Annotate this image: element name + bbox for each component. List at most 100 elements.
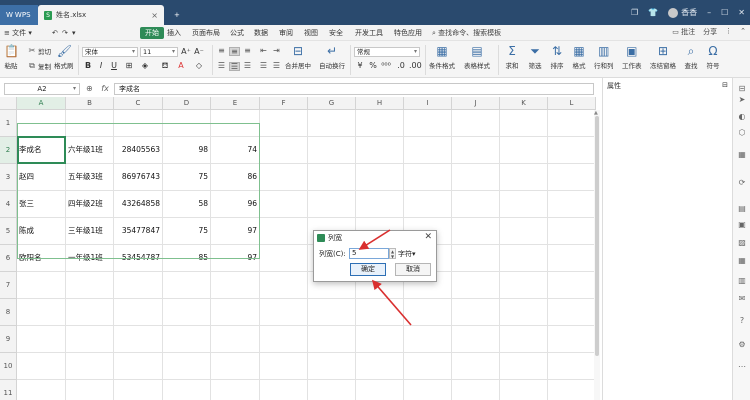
indent-right-icon[interactable]: ⇥ — [271, 47, 282, 56]
share-button[interactable]: 分享 — [703, 27, 717, 37]
pin-icon[interactable]: ⊟ — [737, 84, 747, 94]
column-width-input[interactable]: 5 — [349, 248, 389, 259]
chevron-down-icon[interactable]: ▾ — [73, 84, 76, 94]
italic-icon[interactable]: I — [96, 61, 106, 70]
column-header[interactable]: J — [452, 97, 500, 110]
bold-icon[interactable]: B — [83, 61, 93, 70]
menu-special[interactable]: 特色应用 — [394, 27, 422, 39]
paste-button[interactable]: 📋 粘贴 — [4, 45, 19, 71]
collapse-ribbon-icon[interactable]: ⌃ — [740, 27, 746, 37]
menu-view[interactable]: 视图 — [304, 27, 318, 39]
worksheet-button[interactable]: ▣ 工作表 — [622, 45, 642, 71]
currency-icon[interactable]: ¥ — [355, 61, 365, 70]
row-header[interactable]: 7 — [0, 272, 17, 299]
format-button[interactable]: ▦ 格式 — [572, 45, 586, 71]
spreadsheet-grid[interactable]: ABCDEFGHIJKL 1 2 3 4 5 6 7 8 9 10 11 李成名 六年级1班 28405… — [0, 97, 600, 400]
help-icon[interactable]: ? — [737, 316, 747, 326]
grid-icon[interactable]: ▦ — [737, 256, 747, 266]
indent-left-icon[interactable]: ⇤ — [258, 47, 269, 56]
column-header[interactable]: H — [356, 97, 404, 110]
conditional-format-button[interactable]: ▦ 条件格式 — [429, 45, 455, 71]
copy-button[interactable]: ⧉ 复制 — [28, 61, 51, 72]
column-header[interactable]: E — [211, 97, 260, 110]
menu-page-layout[interactable]: 页面布局 — [192, 27, 220, 39]
menu-home[interactable]: 开始 — [140, 27, 164, 39]
menu-security[interactable]: 安全 — [329, 27, 343, 39]
unit-select[interactable]: 字符▾ — [398, 249, 416, 259]
row-col-button[interactable]: ▥ 行和列 — [594, 45, 614, 71]
row-header[interactable]: 3 — [0, 164, 17, 191]
cancel-button[interactable]: 取消 — [395, 263, 431, 276]
menu-formulas[interactable]: 公式 — [230, 27, 244, 39]
row-header[interactable]: 1 — [0, 110, 17, 137]
image-icon[interactable]: ▨ — [737, 238, 747, 248]
command-search[interactable]: ⌕ 查找命令、搜索模板 — [432, 27, 501, 39]
fill-color-icon[interactable]: ◈ — [140, 61, 150, 70]
row-header[interactable]: 2 — [0, 137, 17, 164]
more-options-icon[interactable]: ⋯ — [737, 362, 747, 372]
table-style-button[interactable]: ▤ 表格样式 — [464, 45, 490, 71]
column-header[interactable]: B — [66, 97, 114, 110]
close-icon[interactable]: ✕ — [424, 232, 432, 242]
document-icon[interactable]: ▤ — [737, 204, 747, 214]
close-window-icon[interactable]: ✕ — [738, 8, 745, 17]
align-middle-icon[interactable]: ≡ — [229, 47, 240, 56]
fill-color-bucket-icon[interactable]: ⛾ — [160, 61, 170, 71]
scrollbar-thumb[interactable] — [595, 116, 599, 356]
maximize-icon[interactable]: ☐ — [721, 8, 728, 17]
save-icon[interactable]: ▣ — [737, 220, 747, 230]
dialog-title-bar[interactable]: 列宽 — [314, 231, 436, 244]
chart-icon[interactable]: ▥ — [737, 276, 747, 286]
comment-button[interactable]: ▭ 批注 — [672, 27, 695, 37]
increase-decimal-icon[interactable]: .0 — [396, 61, 406, 70]
menu-review[interactable]: 审阅 — [279, 27, 293, 39]
close-tab-icon[interactable]: × — [151, 11, 158, 20]
shape-icon[interactable]: ⬡ — [737, 128, 747, 138]
justify-icon[interactable]: ☰ — [258, 62, 269, 71]
column-header[interactable]: D — [163, 97, 211, 110]
decrease-font-icon[interactable]: A⁻ — [194, 47, 204, 56]
tab-document[interactable]: S 姓名.xlsx × — [38, 5, 164, 25]
format-painter-button[interactable]: 🖌 格式刷 — [54, 45, 74, 71]
backup-icon[interactable]: ⟳ — [737, 178, 747, 188]
freeze-panes-button[interactable]: ⊞ 冻结窗格 — [650, 45, 676, 71]
style-icon[interactable]: ◐ — [737, 112, 747, 122]
cursor-icon[interactable]: ➤ — [737, 95, 747, 105]
row-header[interactable]: 8 — [0, 299, 17, 326]
undo-icon[interactable]: ↶ — [52, 27, 58, 39]
align-bottom-icon[interactable]: ≡ — [242, 47, 253, 56]
thousands-icon[interactable]: ⁰⁰⁰ — [381, 61, 391, 70]
row-header[interactable]: 10 — [0, 353, 17, 380]
column-header[interactable]: L — [548, 97, 596, 110]
align-left-icon[interactable]: ☰ — [216, 62, 227, 71]
column-header[interactable]: A — [17, 97, 66, 110]
mail-icon[interactable]: ✉ — [737, 294, 747, 304]
row-header[interactable]: 4 — [0, 191, 17, 218]
number-format-select[interactable]: 常规 — [354, 47, 420, 57]
vertical-scrollbar[interactable]: ▲ — [594, 110, 600, 400]
decrease-decimal-icon[interactable]: .00 — [409, 61, 422, 70]
new-tab-button[interactable]: + — [168, 5, 186, 25]
user-name[interactable]: 香香 — [681, 7, 697, 18]
select-all-corner[interactable] — [0, 97, 17, 110]
menu-data[interactable]: 数据 — [254, 27, 268, 39]
zoom-formula-icon[interactable]: ⊕ — [86, 84, 93, 93]
find-button[interactable]: ⌕ 查找 — [684, 45, 698, 71]
avatar[interactable] — [668, 7, 679, 18]
align-right-icon[interactable]: ☰ — [242, 62, 253, 71]
minimize-icon[interactable]: – — [707, 8, 711, 17]
row-header[interactable]: 11 — [0, 380, 17, 400]
redo-icon[interactable]: ↷ — [62, 27, 68, 39]
sort-button[interactable]: ⇅ 排序 — [550, 45, 564, 71]
column-header[interactable]: F — [260, 97, 308, 110]
align-center-icon[interactable]: ☰ — [229, 62, 240, 71]
table-icon[interactable]: ▦ — [737, 150, 747, 160]
cut-button[interactable]: ✂ 剪切 — [28, 46, 51, 57]
formula-input[interactable]: 李成名 — [114, 83, 594, 95]
merge-center-button[interactable]: ⊟ 合并居中 — [285, 45, 311, 71]
sum-button[interactable]: Σ 求和 — [505, 45, 519, 71]
font-color-icon[interactable]: A — [176, 61, 186, 70]
width-stepper[interactable]: ▲ ▼ — [389, 248, 396, 259]
menu-insert[interactable]: 插入 — [167, 27, 181, 39]
fx-icon[interactable]: fx — [101, 84, 109, 93]
